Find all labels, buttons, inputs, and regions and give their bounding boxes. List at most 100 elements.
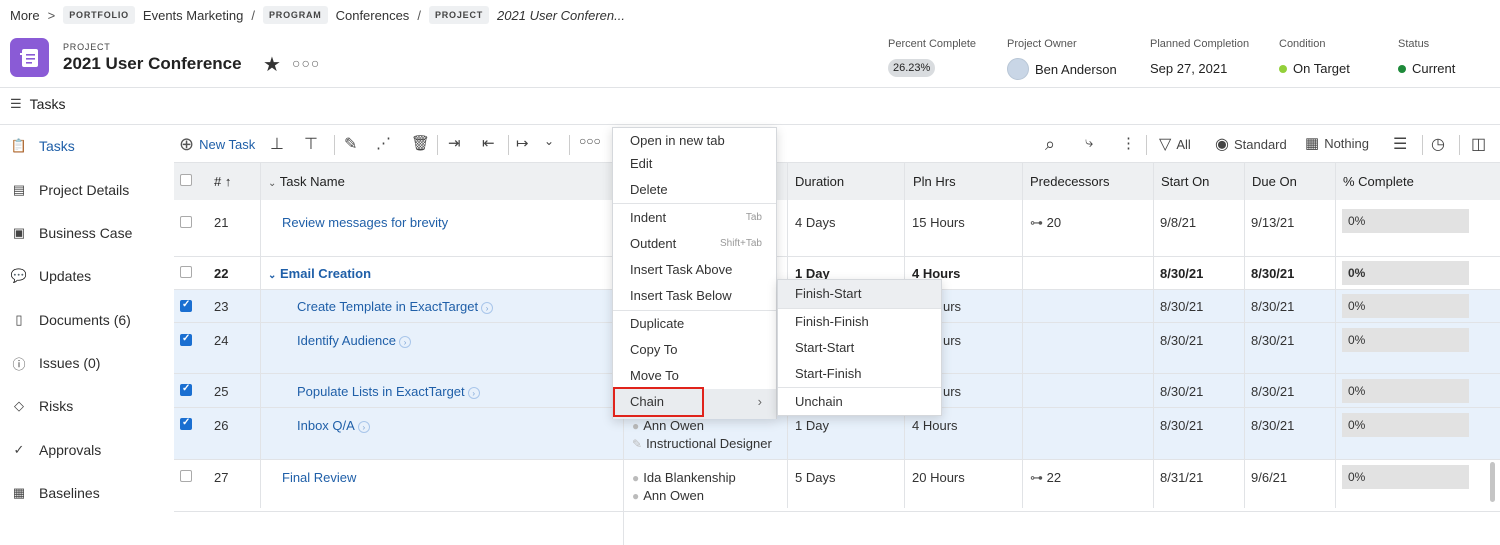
start-on-cell[interactable]: 8/30/21 bbox=[1160, 333, 1203, 348]
sidebar-item-tasks[interactable]: 📋 Tasks bbox=[10, 137, 75, 155]
duration-cell[interactable]: 1 Day bbox=[795, 418, 829, 433]
sidebar-item-project-details[interactable]: ▤ Project Details bbox=[10, 181, 129, 199]
sidebar-item-approvals[interactable]: ✓ Approvals bbox=[10, 441, 102, 459]
trash-icon[interactable]: 🗑 bbox=[411, 134, 430, 152]
column-header-pct-complete[interactable]: % Complete bbox=[1343, 174, 1414, 189]
start-on-cell[interactable]: 8/30/21 bbox=[1160, 418, 1203, 433]
pln-hrs-cell[interactable]: urs bbox=[943, 384, 961, 399]
menu-item-insert-above[interactable]: Insert Task Above bbox=[630, 262, 732, 277]
info-icon[interactable]: › bbox=[481, 301, 494, 314]
new-task-button[interactable]: ⊕ New Task bbox=[179, 134, 255, 155]
filter-button[interactable]: ▽ All bbox=[1159, 134, 1191, 154]
predecessors-cell[interactable]: ⊶ 20 bbox=[1030, 215, 1061, 231]
sidebar-item-risks[interactable]: ◇ Risks bbox=[10, 397, 73, 415]
sidebar-item-baselines[interactable]: ▦ Baselines bbox=[10, 484, 100, 502]
task-name-link[interactable]: Create Template in ExactTarget › bbox=[297, 299, 494, 314]
panel-toggle-icon[interactable]: ◫ bbox=[1471, 134, 1486, 154]
vertical-scrollbar[interactable] bbox=[1490, 462, 1495, 502]
percent-complete-bar[interactable]: 0% bbox=[1342, 294, 1469, 318]
duration-cell[interactable]: 4 Days bbox=[795, 215, 835, 230]
menu-item-insert-below[interactable]: Insert Task Below bbox=[630, 288, 732, 303]
predecessors-cell[interactable]: ⊶ 22 bbox=[1030, 470, 1061, 486]
pln-hrs-cell[interactable]: 20 Hours bbox=[912, 470, 965, 485]
task-name-link[interactable]: Populate Lists in ExactTarget › bbox=[297, 384, 480, 399]
column-header-predecessors[interactable]: Predecessors bbox=[1030, 174, 1109, 189]
start-on-cell[interactable]: 8/30/21 bbox=[1160, 384, 1203, 399]
select-all-checkbox[interactable] bbox=[180, 174, 192, 186]
feedback-icon[interactable]: ⤷ bbox=[1085, 134, 1093, 151]
due-on-cell[interactable]: 8/30/21 bbox=[1251, 299, 1294, 314]
menu-item-delete[interactable]: Delete bbox=[630, 182, 668, 197]
task-name-link[interactable]: Final Review bbox=[282, 470, 356, 485]
outdent-icon[interactable]: ⇤ bbox=[482, 134, 495, 152]
assignee-role[interactable]: ✎ Instructional Designer bbox=[632, 436, 772, 451]
chevron-down-icon[interactable]: ⌄ bbox=[268, 270, 276, 281]
start-on-cell[interactable]: 9/8/21 bbox=[1160, 215, 1196, 230]
menu-item-outdent[interactable]: Outdent bbox=[630, 236, 676, 251]
edit-pencil-icon[interactable]: ✎ bbox=[344, 134, 357, 154]
menu-item-duplicate[interactable]: Duplicate bbox=[630, 316, 684, 331]
search-icon[interactable]: ⌕ bbox=[1045, 134, 1055, 155]
submenu-item-start-finish[interactable]: Start-Finish bbox=[795, 366, 861, 381]
due-on-cell[interactable]: 8/30/21 bbox=[1251, 384, 1294, 399]
pln-hrs-cell[interactable]: 15 Hours bbox=[912, 215, 965, 230]
row-checkbox[interactable] bbox=[180, 470, 192, 482]
view-button[interactable]: ◉ Standard bbox=[1215, 134, 1287, 154]
move-icon[interactable]: ↦ bbox=[516, 134, 529, 152]
assignee[interactable]: ● Ida Blankenship bbox=[632, 470, 736, 485]
star-icon[interactable]: ★ bbox=[263, 52, 281, 77]
due-on-cell[interactable]: 9/13/21 bbox=[1251, 215, 1294, 230]
collapse-panel-icon[interactable]: ☰ bbox=[10, 96, 22, 112]
more-options-icon[interactable]: ○○○ bbox=[579, 134, 601, 148]
assignee[interactable]: ● Ann Owen bbox=[632, 488, 704, 503]
column-header-duration[interactable]: Duration bbox=[795, 174, 844, 189]
column-header-start-on[interactable]: Start On bbox=[1161, 174, 1209, 189]
percent-complete-bar[interactable]: 0% bbox=[1342, 261, 1469, 285]
list-icon[interactable]: ☰ bbox=[1393, 134, 1407, 154]
start-on-cell[interactable]: 8/31/21 bbox=[1160, 470, 1203, 485]
add-subtask-icon[interactable]: ⊥ bbox=[270, 134, 284, 154]
insert-task-icon[interactable]: ⊤ bbox=[304, 134, 318, 154]
duration-cell[interactable]: 5 Days bbox=[795, 470, 835, 485]
pln-hrs-cell[interactable]: urs bbox=[943, 299, 961, 314]
due-on-cell[interactable]: 8/30/21 bbox=[1251, 333, 1294, 348]
timeline-icon[interactable]: ◷ bbox=[1431, 134, 1445, 154]
sidebar-item-issues[interactable]: ⓘ Issues (0) bbox=[10, 354, 100, 372]
task-group-name[interactable]: ⌄ Email Creation bbox=[268, 266, 371, 281]
due-on-cell[interactable]: 8/30/21 bbox=[1251, 418, 1294, 433]
percent-complete-bar[interactable]: 0% bbox=[1342, 209, 1469, 233]
table-row[interactable]: 21 Review messages for brevity 4 Days 15… bbox=[174, 200, 1500, 257]
row-checkbox[interactable] bbox=[180, 299, 192, 312]
table-row[interactable]: 27 Final Review ● Ida Blankenship ● Ann Ow… bbox=[174, 460, 1500, 512]
column-header-due-on[interactable]: Due On bbox=[1252, 174, 1297, 189]
percent-complete-bar[interactable]: 0% bbox=[1342, 465, 1469, 489]
task-name-link[interactable]: Identify Audience › bbox=[297, 333, 412, 348]
percent-complete-bar[interactable]: 0% bbox=[1342, 379, 1469, 403]
breadcrumb-portfolio-link[interactable]: Events Marketing bbox=[143, 8, 243, 23]
row-checkbox[interactable] bbox=[180, 266, 192, 278]
pln-hrs-cell[interactable]: 4 Hours bbox=[912, 418, 958, 433]
breadcrumb-more-link[interactable]: More bbox=[10, 8, 40, 23]
submenu-item-start-start[interactable]: Start-Start bbox=[795, 340, 854, 355]
more-options-icon[interactable]: ○○○ bbox=[292, 55, 320, 71]
task-name-link[interactable]: Review messages for brevity bbox=[282, 215, 448, 230]
start-on-cell[interactable]: 8/30/21 bbox=[1160, 299, 1203, 314]
percent-complete-bar[interactable]: 0% bbox=[1342, 413, 1469, 437]
assignee[interactable]: ● Ann Owen bbox=[632, 418, 704, 433]
menu-item-copy-to[interactable]: Copy To bbox=[630, 342, 677, 357]
start-on-cell[interactable]: 8/30/21 bbox=[1160, 266, 1203, 281]
info-icon[interactable]: › bbox=[467, 386, 480, 399]
condition-value[interactable]: On Target bbox=[1279, 61, 1350, 76]
project-owner[interactable]: Ben Anderson bbox=[1007, 58, 1117, 80]
column-header-task-name[interactable]: ⌄ Task Name bbox=[268, 174, 345, 189]
share-icon[interactable]: ⋰ bbox=[376, 134, 391, 152]
column-header-pln-hrs[interactable]: Pln Hrs bbox=[913, 174, 956, 189]
sidebar-item-business-case[interactable]: ▣ Business Case bbox=[10, 224, 133, 242]
menu-item-indent[interactable]: Indent bbox=[630, 210, 666, 225]
row-checkbox[interactable] bbox=[180, 333, 192, 346]
submenu-item-finish-start[interactable]: Finish-Start bbox=[795, 286, 861, 301]
menu-item-move-to[interactable]: Move To bbox=[630, 368, 679, 383]
status-value[interactable]: Current bbox=[1398, 61, 1455, 76]
row-checkbox[interactable] bbox=[180, 383, 192, 396]
submenu-item-unchain[interactable]: Unchain bbox=[795, 394, 843, 409]
